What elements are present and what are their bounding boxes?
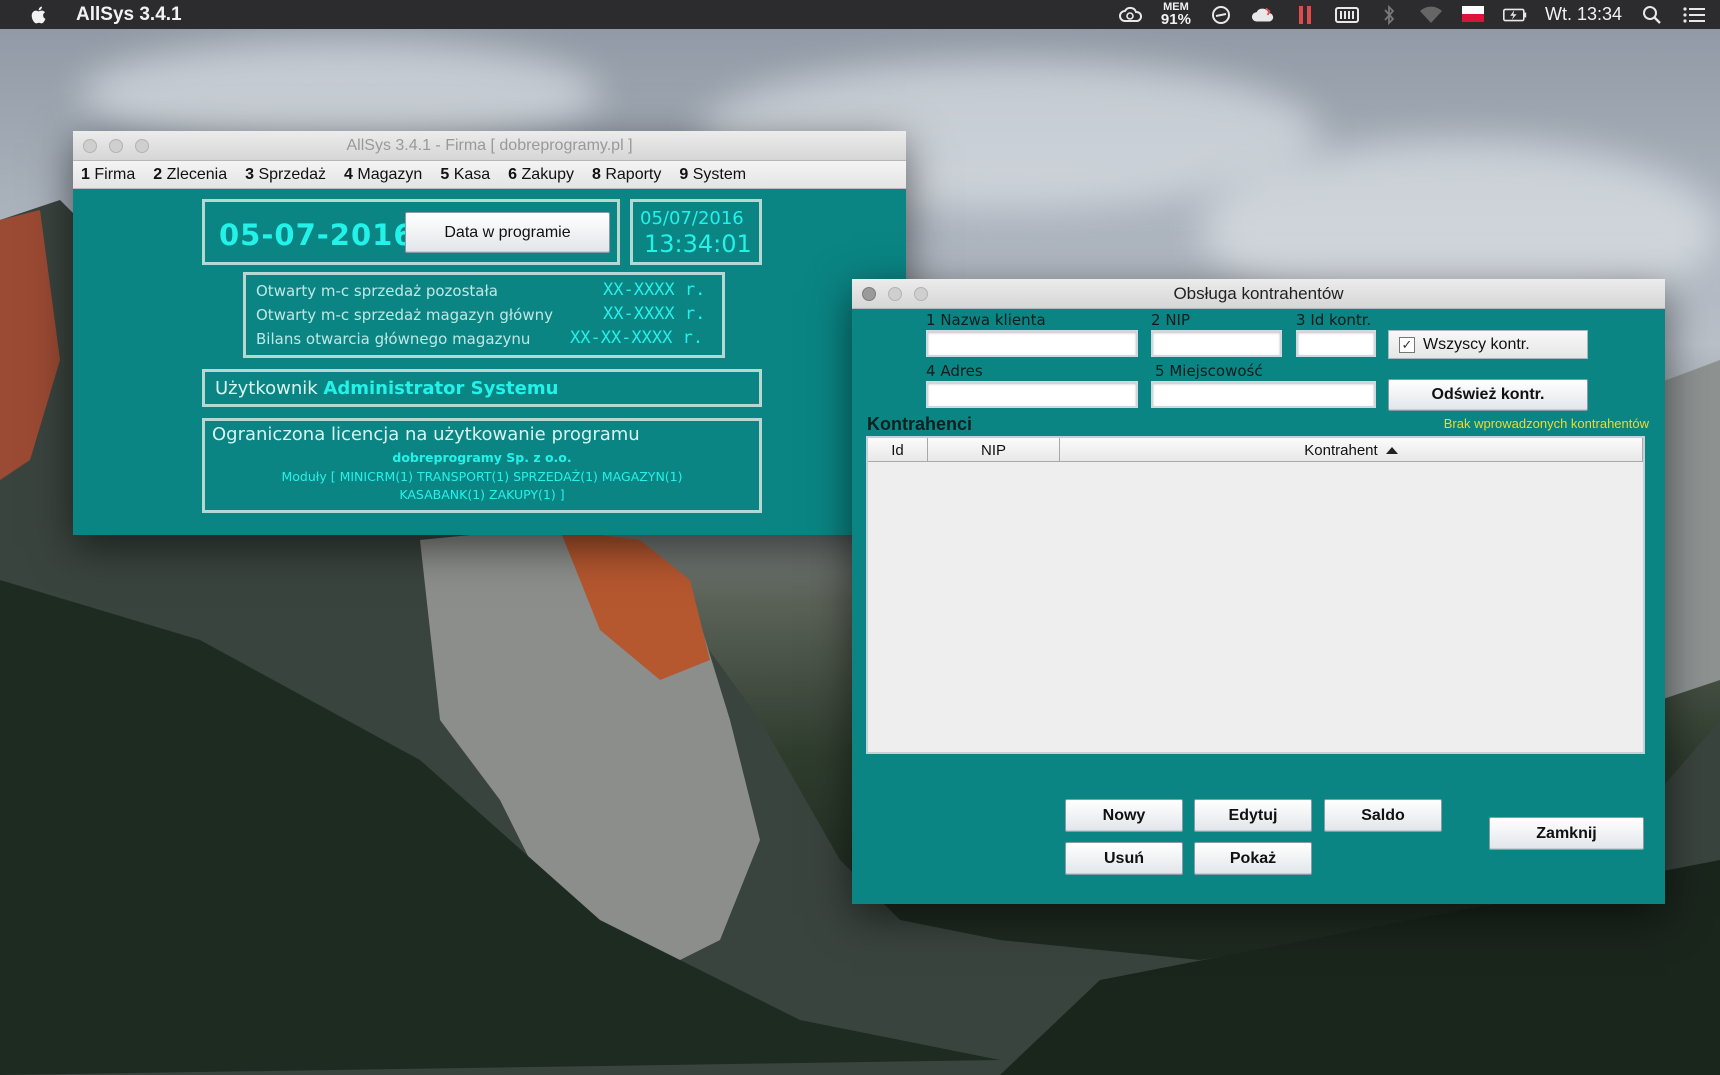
active-app-name[interactable]: AllSys 3.4.1 (76, 4, 182, 26)
show-contractor-button[interactable]: Pokaż (1194, 842, 1312, 875)
zoom-window-button[interactable] (914, 287, 928, 301)
license-modules: Moduły [ MINICRM(1) TRANSPORT(1) SPRZEDA… (281, 469, 683, 484)
empty-list-message: Brak wprowadzonych kontrahentów (1443, 416, 1649, 431)
menu-kasa[interactable]: 5 Kasa (440, 166, 490, 184)
close-window-button[interactable] (83, 139, 97, 153)
address-filter-input[interactable] (926, 381, 1138, 408)
sort-ascending-icon (1385, 446, 1398, 454)
close-button[interactable]: Zamknij (1489, 817, 1644, 850)
user-name: Administrator Systemu (323, 378, 559, 399)
apple-icon[interactable] (28, 4, 50, 26)
minimize-window-button[interactable] (888, 287, 902, 301)
refresh-button-label: Odśwież kontr. (1431, 386, 1545, 403)
program-date-button-label: Data w programie (444, 223, 571, 241)
battery-icon[interactable] (1502, 5, 1527, 25)
main-window: AllSys 3.4.1 - Firma [ dobreprogramy.pl … (73, 131, 906, 535)
battery-monitor-icon[interactable] (1334, 5, 1359, 25)
user-label: Użytkownik (215, 378, 318, 399)
column-header-nip[interactable]: NIP (928, 438, 1060, 462)
contractors-window-titlebar[interactable]: Obsługa kontrahentów (852, 279, 1665, 309)
pause-icon[interactable] (1293, 5, 1317, 25)
status-value: XX-XXXX r. (603, 304, 706, 324)
flag-icon[interactable] (1461, 5, 1485, 25)
city-filter-input[interactable] (1151, 381, 1376, 408)
license-panel: Ograniczona licencja na użytkowanie prog… (202, 418, 762, 513)
all-contractors-label: Wszyscy kontr. (1423, 335, 1530, 353)
list-icon[interactable] (1682, 5, 1706, 25)
menubar-clock[interactable]: Wt. 13:34 (1545, 4, 1622, 25)
contractors-section-title: Kontrahenci (867, 414, 973, 434)
search-icon[interactable] (1640, 5, 1664, 25)
wifi-icon[interactable] (1419, 5, 1443, 25)
main-menu: 1 Firma 2 Zlecenia 3 Sprzedaż 4 Magazyn … (73, 161, 906, 189)
program-date-button[interactable]: Data w programie (405, 212, 610, 253)
status-value: XX-XXXX r. (603, 280, 706, 300)
clock-time: 13:34:01 (644, 230, 752, 258)
memory-value: 91% (1160, 11, 1191, 28)
status-label: Otwarty m-c sprzedaż pozostała (256, 282, 498, 300)
cloud-icon[interactable] (1251, 5, 1275, 25)
all-contractors-checkbox[interactable]: ✓ Wszyscy kontr. (1388, 330, 1588, 359)
balance-button[interactable]: Saldo (1324, 799, 1442, 832)
bluetooth-icon[interactable] (1377, 4, 1401, 25)
sync-icon[interactable] (1209, 5, 1233, 25)
column-header-contractor[interactable]: Kontrahent (1060, 438, 1643, 462)
contractors-window-title: Obsługa kontrahentów (1173, 283, 1344, 303)
refresh-contractors-button[interactable]: Odśwież kontr. (1388, 379, 1588, 411)
checkmark-icon[interactable]: ✓ (1399, 336, 1415, 353)
creative-cloud-icon[interactable] (1118, 5, 1143, 25)
nip-field-label: 2 NIP (1151, 311, 1191, 329)
address-field-label: 4 Adres (926, 362, 983, 380)
menu-sprzedaz[interactable]: 3 Sprzedaż (245, 166, 326, 184)
main-window-title: AllSys 3.4.1 - Firma [ dobreprogramy.pl … (346, 136, 633, 154)
license-title: Ograniczona licencja na użytkowanie prog… (212, 424, 640, 445)
clock-date: 05/07/2016 (640, 208, 744, 229)
menu-zlecenia[interactable]: 2 Zlecenia (153, 166, 227, 184)
system-menu-bar: AllSys 3.4.1 MEM 91% Wt. 13:34 (0, 0, 1720, 29)
contractors-table[interactable]: Id NIP Kontrahent (866, 436, 1645, 754)
main-window-titlebar[interactable]: AllSys 3.4.1 - Firma [ dobreprogramy.pl … (73, 131, 906, 161)
user-panel: Użytkownik Administrator Systemu (202, 369, 762, 407)
license-company: dobreprogramy Sp. z o.o. (392, 450, 572, 465)
license-modules: KASABANK(1) ZAKUPY(1) ] (399, 487, 565, 502)
name-filter-input[interactable] (926, 330, 1138, 357)
column-header-id[interactable]: Id (868, 438, 928, 462)
new-contractor-button[interactable]: Nowy (1065, 799, 1183, 832)
city-field-label: 5 Miejscowość (1155, 362, 1263, 380)
status-label: Otwarty m-c sprzedaż magazyn główny (256, 306, 553, 324)
delete-contractor-button[interactable]: Usuń (1065, 842, 1183, 875)
status-value: XX-XX-XXXX r. (570, 328, 704, 348)
program-date: 05-07-2016 (219, 218, 415, 252)
clock-panel: 05/07/2016 13:34:01 (630, 199, 762, 265)
menu-zakupy[interactable]: 6 Zakupy (508, 166, 574, 184)
zoom-window-button[interactable] (135, 139, 149, 153)
program-date-panel: 05-07-2016 Data w programie (202, 199, 620, 265)
menu-raporty[interactable]: 8 Raporty (592, 166, 661, 184)
period-status-panel: Otwarty m-c sprzedaż pozostała XX-XXXX r… (243, 272, 725, 358)
menu-firma[interactable]: 1 Firma (81, 166, 135, 184)
contractors-window: Obsługa kontrahentów 1 Nazwa klienta 2 N… (852, 279, 1665, 904)
edit-contractor-button[interactable]: Edytuj (1194, 799, 1312, 832)
user-info: Użytkownik Administrator Systemu (215, 378, 558, 399)
menu-system[interactable]: 9 System (679, 166, 746, 184)
close-window-button[interactable] (862, 287, 876, 301)
status-label: Bilans otwarcia głównego magazynu (256, 330, 531, 348)
name-field-label: 1 Nazwa klienta (926, 311, 1046, 329)
minimize-window-button[interactable] (109, 139, 123, 153)
memory-monitor[interactable]: MEM 91% (1160, 2, 1191, 28)
id-field-label: 3 Id kontr. (1296, 311, 1372, 329)
nip-filter-input[interactable] (1151, 330, 1282, 357)
menu-magazyn[interactable]: 4 Magazyn (344, 166, 422, 184)
id-filter-input[interactable] (1296, 330, 1376, 357)
table-header: Id NIP Kontrahent (868, 438, 1643, 462)
